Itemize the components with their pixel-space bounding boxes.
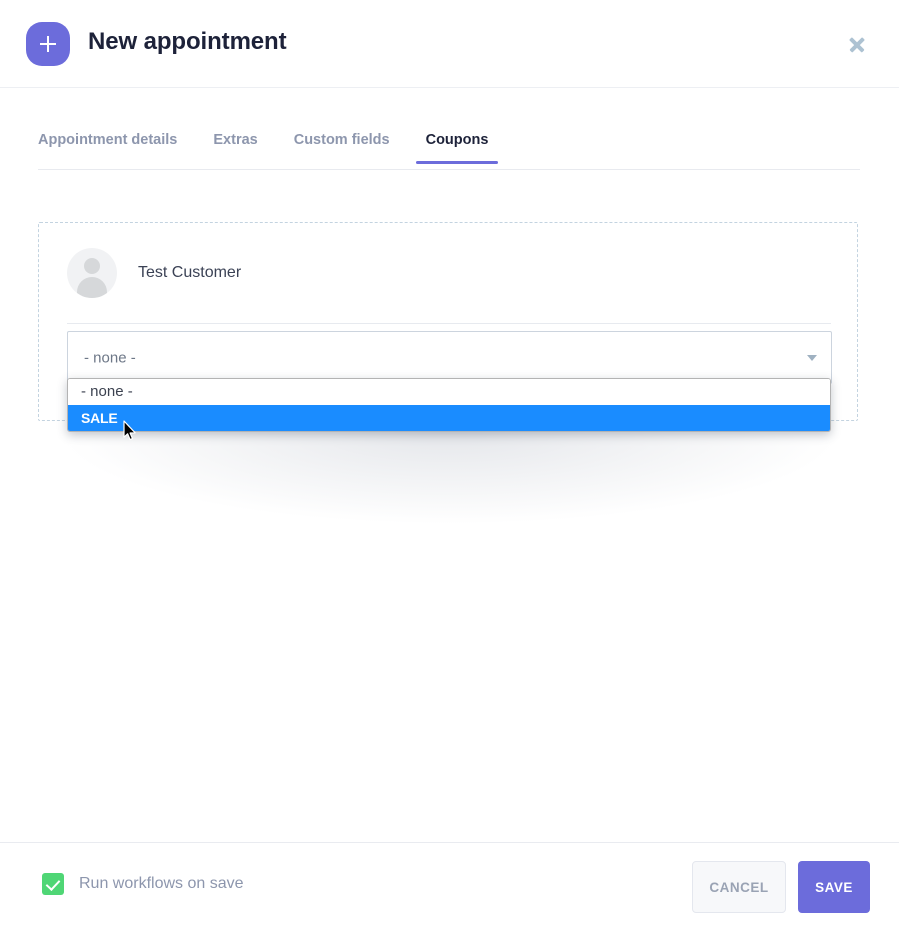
tab-custom-fields[interactable]: Custom fields — [294, 128, 390, 164]
tab-extras[interactable]: Extras — [213, 128, 257, 164]
customer-row: Test Customer — [67, 247, 241, 299]
close-icon — [848, 35, 866, 53]
chevron-down-icon — [807, 354, 817, 361]
panel-divider — [67, 323, 831, 324]
close-button[interactable] — [841, 28, 873, 60]
cancel-button[interactable]: CANCEL — [692, 861, 786, 913]
coupon-select[interactable]: - none - — [67, 331, 832, 384]
dropdown-option-sale[interactable]: SALE — [68, 405, 830, 431]
user-avatar-icon — [67, 248, 117, 298]
modal-footer: Run workflows on save CANCEL SAVE — [0, 842, 899, 926]
run-workflows-toggle[interactable]: Run workflows on save — [42, 873, 244, 895]
tab-bar: Appointment details Extras Custom fields… — [38, 128, 860, 170]
new-appointment-modal: New appointment Appointment details Extr… — [0, 0, 899, 926]
footer-actions: CANCEL SAVE — [692, 861, 870, 913]
plus-icon — [26, 22, 70, 66]
plus-glyph-icon — [40, 36, 56, 52]
customer-name: Test Customer — [138, 264, 242, 281]
run-workflows-label: Run workflows on save — [79, 875, 244, 892]
checkbox-checked-icon[interactable] — [42, 873, 64, 895]
tab-coupons[interactable]: Coupons — [415, 128, 499, 164]
coupon-select-value: - none - — [84, 349, 136, 366]
dropdown-shadow — [55, 430, 845, 525]
save-button[interactable]: SAVE — [798, 861, 870, 913]
tab-appointment-details[interactable]: Appointment details — [38, 128, 177, 164]
page-title: New appointment — [88, 28, 287, 55]
modal-header: New appointment — [0, 0, 899, 88]
coupon-select-dropdown[interactable]: - none - SALE — [67, 378, 831, 432]
dropdown-option-none[interactable]: - none - — [68, 379, 830, 405]
